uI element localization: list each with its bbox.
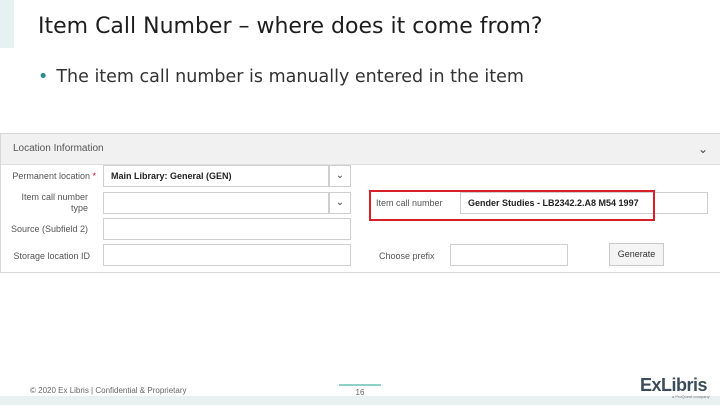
storage-location-id-label: Storage location ID [13, 251, 90, 261]
page-number: 16 [339, 384, 381, 400]
bullet-dot-icon: • [38, 67, 49, 87]
panel-header[interactable]: Location Information ⌄ [1, 134, 720, 165]
slide-title: Item Call Number – where does it come fr… [38, 14, 543, 39]
exlibris-logo-tagline: a ProQuest company [672, 394, 710, 399]
choose-prefix-field[interactable] [450, 244, 568, 266]
chevron-down-icon: ⌄ [335, 170, 345, 181]
bullet-text: The item call number is manually entered… [56, 67, 524, 87]
chevron-down-icon: ⌄ [335, 197, 345, 208]
item-call-number-type-dropdown[interactable]: ⌄ [329, 192, 351, 214]
source-label: Source (Subfield 2) [10, 224, 88, 234]
collapse-chevron-icon[interactable]: ⌄ [698, 142, 708, 156]
footer-copyright: © 2020 Ex Libris | Confidential & Propri… [30, 386, 187, 395]
permanent-location-field[interactable]: Main Library: General (GEN) [103, 165, 329, 187]
generate-button[interactable]: Generate [609, 243, 664, 266]
item-call-number-type-field[interactable] [103, 192, 329, 214]
title-accent-bar [0, 0, 14, 48]
source-field[interactable] [103, 218, 351, 240]
choose-prefix-label: Choose prefix [379, 251, 435, 261]
permanent-location-label: Permanent location * [12, 171, 96, 181]
panel-title: Location Information [13, 143, 104, 154]
call-number-highlight-box [369, 190, 655, 221]
bullet-point: • The item call number is manually entere… [38, 67, 524, 87]
item-call-number-type-label: Item call number type [21, 192, 88, 213]
exlibris-logo: ExLibris [640, 375, 708, 395]
permanent-location-dropdown[interactable]: ⌄ [329, 165, 351, 187]
storage-location-id-field[interactable] [103, 244, 351, 266]
